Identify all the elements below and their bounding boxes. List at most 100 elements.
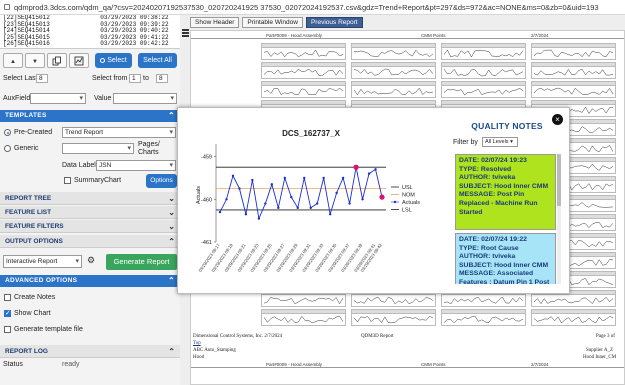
chart-gear-icon bbox=[74, 56, 84, 66]
highlight-point bbox=[353, 164, 359, 170]
footer-hood-inner: Hood Inner_CM bbox=[583, 355, 617, 360]
mini-chart bbox=[441, 81, 526, 98]
note-message: MESSAGE: Associated Features : Datum Pin… bbox=[459, 270, 550, 284]
options-button[interactable]: Options bbox=[146, 174, 177, 188]
data-point bbox=[244, 213, 248, 216]
mini-chart bbox=[351, 43, 436, 60]
note-card[interactable]: DATE: 02/07/24 19:22 TYPE: Root Cause AU… bbox=[455, 233, 556, 284]
record-list[interactable]: [22]SEQ415012 03/29/2023 09:38:22 [23]SE… bbox=[0, 15, 180, 49]
data-point bbox=[264, 202, 267, 205]
url-text[interactable]: qdmprod3.3dcs.com/qdm_qa/?csv=2024020719… bbox=[14, 3, 599, 12]
printable-window-button[interactable]: Printable Window bbox=[242, 17, 303, 28]
address-bar[interactable]: qdmprod3.3dcs.com/qdm_qa/?csv=2024020719… bbox=[0, 0, 625, 15]
select-from-label: Select from bbox=[92, 75, 128, 82]
select-to-input[interactable]: 8 bbox=[156, 74, 168, 83]
generic-label: Generic bbox=[14, 145, 39, 152]
note-type: TYPE: Root Cause bbox=[459, 244, 519, 252]
move-down-button[interactable]: ▼ bbox=[25, 53, 45, 68]
highlight-point bbox=[379, 194, 385, 200]
precreated-label: Pre-Created bbox=[14, 129, 53, 136]
mini-chart bbox=[531, 81, 616, 98]
report-buttons: Show Header Printable Window Previous Re… bbox=[190, 17, 363, 28]
data-point bbox=[257, 217, 261, 220]
data-label-label: Data Label bbox=[62, 162, 96, 169]
chart-options-button[interactable] bbox=[69, 53, 89, 68]
chevron-up-icon: ⌃ bbox=[168, 347, 175, 356]
select-button[interactable]: Select bbox=[95, 53, 132, 68]
mini-chart bbox=[261, 309, 346, 326]
data-point bbox=[348, 202, 351, 205]
show-header-button[interactable]: Show Header bbox=[190, 17, 240, 28]
mini-chart bbox=[351, 309, 436, 326]
auxfield-dropdown[interactable] bbox=[30, 93, 86, 104]
show-chart-checkbox[interactable] bbox=[4, 309, 11, 317]
create-notes-checkbox[interactable] bbox=[4, 294, 11, 301]
generate-template-label: Generate template file bbox=[14, 326, 83, 333]
templates-header[interactable]: TEMPLATES ⌃ bbox=[0, 110, 180, 122]
chevron-up-icon: ⌃ bbox=[167, 276, 175, 285]
select-last-input[interactable]: 8 bbox=[36, 74, 48, 83]
report-tree-header[interactable]: REPORT TREE ⌄ bbox=[0, 192, 180, 205]
generic-radio[interactable] bbox=[4, 145, 11, 152]
generate-template-checkbox[interactable] bbox=[4, 326, 11, 333]
copy-button[interactable] bbox=[47, 53, 67, 68]
output-options-header[interactable]: OUTPUT OPTIONS ⌃ bbox=[0, 235, 180, 248]
mini-chart bbox=[351, 62, 436, 79]
gear-icon: ⚙ bbox=[86, 255, 96, 265]
report-header-row-2: Part#0009 - Hood Assembly CMM Points 2/7… bbox=[191, 362, 624, 368]
precreated-radio[interactable] bbox=[4, 129, 11, 136]
output-mode-dropdown[interactable]: Interactive Report bbox=[3, 255, 82, 268]
summary-chart-label: SummaryChart bbox=[74, 177, 122, 184]
lock-icon bbox=[4, 4, 10, 10]
move-up-button[interactable]: ▲ bbox=[3, 53, 23, 68]
y-tick-label: -461 bbox=[201, 240, 212, 246]
record-item[interactable]: [26]SEQ415016 03/29/2023 09:42:22 bbox=[3, 40, 180, 48]
data-point bbox=[367, 172, 371, 175]
template-dropdown[interactable]: Trend Report bbox=[62, 127, 176, 138]
footer-page: Page 3 of bbox=[596, 334, 615, 339]
select-from-input[interactable]: 1 bbox=[129, 74, 141, 83]
note-date: DATE: 02/07/24 19:23 bbox=[459, 157, 527, 164]
chevron-up-icon: ⌃ bbox=[167, 111, 175, 120]
note-subject: SUBJECT: Hood Inner CMM bbox=[459, 182, 549, 190]
pages-charts-label: Pages/ Charts bbox=[138, 141, 160, 156]
filter-dropdown[interactable]: All Levels ▾ bbox=[482, 137, 518, 147]
show-chart-label: Show Chart bbox=[14, 310, 51, 317]
footer-top-link[interactable]: Top bbox=[193, 341, 201, 346]
data-point bbox=[322, 176, 325, 180]
notes-scrollbar[interactable] bbox=[557, 154, 561, 284]
copy-icon bbox=[52, 56, 61, 66]
chevron-up-icon: ⌃ bbox=[168, 237, 175, 246]
data-point bbox=[251, 178, 254, 182]
data-point bbox=[231, 174, 235, 177]
footer-report: QDM3D Report bbox=[361, 334, 394, 339]
data-label-dropdown[interactable]: JSN bbox=[96, 160, 176, 171]
left-panel: [22]SEQ415012 03/29/2023 09:38:22 [23]SE… bbox=[0, 15, 180, 385]
feature-list-header[interactable]: FEATURE LIST ⌄ bbox=[0, 206, 180, 219]
footer-company: Dimensional Control Systems, Inc. 2/7/20… bbox=[193, 334, 283, 339]
down-arrow-icon: ▼ bbox=[32, 59, 38, 65]
generate-report-button[interactable]: Generate Report bbox=[106, 254, 177, 270]
y-tick-label: -460 bbox=[201, 197, 212, 203]
report-log-header[interactable]: REPORT LOG ⌃ bbox=[0, 345, 180, 358]
generic-dropdown[interactable] bbox=[62, 143, 134, 154]
settings-button[interactable]: ⚙ bbox=[85, 255, 97, 268]
note-card[interactable]: DATE: 02/07/24 19:23 TYPE: Resolved AUTH… bbox=[455, 154, 556, 230]
summary-chart-checkbox[interactable] bbox=[64, 177, 71, 184]
value-label: Value bbox=[94, 95, 112, 102]
advanced-options-header[interactable]: ADVANCED OPTIONS ⌃ bbox=[0, 275, 180, 287]
select-all-button[interactable]: Select All bbox=[138, 53, 177, 68]
data-point bbox=[290, 195, 293, 199]
feature-filters-header[interactable]: FEATURE FILTERS ⌄ bbox=[0, 220, 180, 233]
data-point bbox=[238, 187, 241, 190]
mini-chart bbox=[441, 62, 526, 79]
quality-notes-title: QUALITY NOTES bbox=[471, 121, 543, 131]
data-point bbox=[296, 206, 299, 210]
up-arrow-icon: ▲ bbox=[10, 59, 16, 65]
y-axis-label: Actuals bbox=[196, 186, 202, 204]
previous-report-button[interactable]: Previous Report bbox=[305, 17, 363, 28]
note-subject: SUBJECT: Hood Inner CMM bbox=[459, 261, 549, 269]
menu-icon[interactable] bbox=[182, 28, 189, 37]
value-dropdown[interactable] bbox=[113, 93, 177, 104]
note-date: DATE: 02/07/24 19:22 bbox=[459, 236, 527, 243]
